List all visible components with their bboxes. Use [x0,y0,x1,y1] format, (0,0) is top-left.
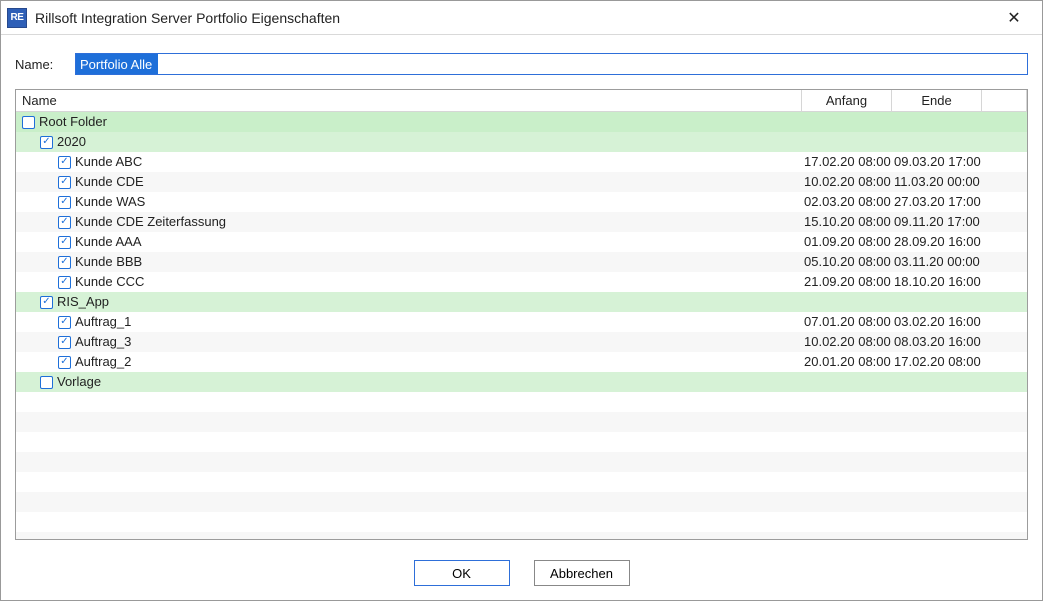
table-row-empty [16,492,1027,512]
row-end: 28.09.20 16:00 [892,232,982,252]
table-row-empty [16,392,1027,412]
row-start: 05.10.20 08:00 [802,252,892,272]
app-icon: RE [7,8,27,28]
row-label: Kunde CDE [75,172,144,192]
row-label: Auftrag_1 [75,312,131,332]
table-row[interactable]: Vorlage [16,372,1027,392]
row-end: 09.11.20 17:00 [892,212,982,232]
row-checkbox[interactable] [40,296,53,309]
row-label: Auftrag_2 [75,352,131,372]
row-start: 15.10.20 08:00 [802,212,892,232]
cancel-button[interactable]: Abbrechen [534,560,630,586]
table-row[interactable]: Kunde ABC 17.02.20 08:0009.03.20 17:00 [16,152,1027,172]
row-label: Vorlage [57,372,101,392]
row-checkbox[interactable] [58,256,71,269]
dialog-window: RE Rillsoft Integration Server Portfolio… [0,0,1043,601]
col-end[interactable]: Ende [892,90,982,111]
row-end: 18.10.20 16:00 [892,272,982,292]
row-start: 02.03.20 08:00 [802,192,892,212]
table-row[interactable]: Kunde CCC 21.09.20 08:0018.10.20 16:00 [16,272,1027,292]
col-spare [982,90,1027,111]
table-row[interactable]: Kunde CDE Zeiterfassung 15.10.20 08:0009.… [16,212,1027,232]
table-row[interactable]: Kunde WAS 02.03.20 08:0027.03.20 17:00 [16,192,1027,212]
row-label: 2020 [57,132,86,152]
row-label: Kunde AAA [75,232,142,252]
row-end: 03.02.20 16:00 [892,312,982,332]
col-start[interactable]: Anfang [802,90,892,111]
row-label: Root Folder [39,112,107,132]
row-end: 11.03.20 00:00 [892,172,982,192]
table-row-empty [16,512,1027,532]
row-end [892,132,982,152]
table-row[interactable]: Auftrag_2 20.01.20 08:0017.02.20 08:00 [16,352,1027,372]
row-start [802,292,892,312]
table-row-empty [16,412,1027,432]
table-row-empty [16,452,1027,472]
table-row[interactable]: Kunde AAA 01.09.20 08:0028.09.20 16:00 [16,232,1027,252]
table-row[interactable]: Auftrag_3 10.02.20 08:0008.03.20 16:00 [16,332,1027,352]
row-end: 09.03.20 17:00 [892,152,982,172]
table-row[interactable]: 2020 [16,132,1027,152]
row-label: Kunde ABC [75,152,142,172]
row-label: Kunde CCC [75,272,144,292]
row-end [892,372,982,392]
table-row[interactable]: RIS_App [16,292,1027,312]
close-icon[interactable]: ✕ [996,4,1032,32]
row-end [892,112,982,132]
row-start [802,372,892,392]
row-end: 27.03.20 17:00 [892,192,982,212]
name-label: Name: [15,57,65,72]
row-checkbox[interactable] [40,376,53,389]
row-checkbox[interactable] [58,196,71,209]
name-row: Name: [1,35,1042,83]
row-start: 17.02.20 08:00 [802,152,892,172]
row-checkbox[interactable] [58,156,71,169]
table-row[interactable]: Root Folder [16,112,1027,132]
row-end [892,292,982,312]
row-start: 20.01.20 08:00 [802,352,892,372]
row-start: 10.02.20 08:00 [802,332,892,352]
row-checkbox[interactable] [58,216,71,229]
row-end: 08.03.20 16:00 [892,332,982,352]
row-checkbox[interactable] [40,136,53,149]
row-checkbox[interactable] [58,236,71,249]
row-label: Kunde CDE Zeiterfassung [75,212,226,232]
row-start: 07.01.20 08:00 [802,312,892,332]
table-row-empty [16,472,1027,492]
tree-area: Name Anfang Ende Root Folder2020Kunde AB… [15,89,1028,540]
portfolio-name-input[interactable] [75,53,1028,75]
tree-body[interactable]: Root Folder2020Kunde ABC17.02.20 08:0009… [16,112,1027,539]
tree-header: Name Anfang Ende [16,90,1027,112]
ok-button[interactable]: OK [414,560,510,586]
row-start: 01.09.20 08:00 [802,232,892,252]
row-end: 03.11.20 00:00 [892,252,982,272]
row-start [802,132,892,152]
row-checkbox[interactable] [58,276,71,289]
table-row-empty [16,432,1027,452]
row-checkbox[interactable] [58,176,71,189]
titlebar: RE Rillsoft Integration Server Portfolio… [1,1,1042,35]
row-checkbox[interactable] [58,336,71,349]
row-checkbox[interactable] [58,316,71,329]
table-row[interactable]: Auftrag_1 07.01.20 08:0003.02.20 16:00 [16,312,1027,332]
row-label: Auftrag_3 [75,332,131,352]
row-start: 10.02.20 08:00 [802,172,892,192]
row-checkbox[interactable] [22,116,35,129]
button-bar: OK Abbrechen [1,550,1042,600]
table-row[interactable]: Kunde BBB 05.10.20 08:0003.11.20 00:00 [16,252,1027,272]
row-start: 21.09.20 08:00 [802,272,892,292]
col-name[interactable]: Name [16,90,802,111]
table-row[interactable]: Kunde CDE 10.02.20 08:0011.03.20 00:00 [16,172,1027,192]
row-label: RIS_App [57,292,109,312]
row-label: Kunde WAS [75,192,145,212]
window-title: Rillsoft Integration Server Portfolio Ei… [35,10,996,26]
row-start [802,112,892,132]
row-label: Kunde BBB [75,252,142,272]
row-end: 17.02.20 08:00 [892,352,982,372]
row-checkbox[interactable] [58,356,71,369]
table-row-empty [16,532,1027,539]
